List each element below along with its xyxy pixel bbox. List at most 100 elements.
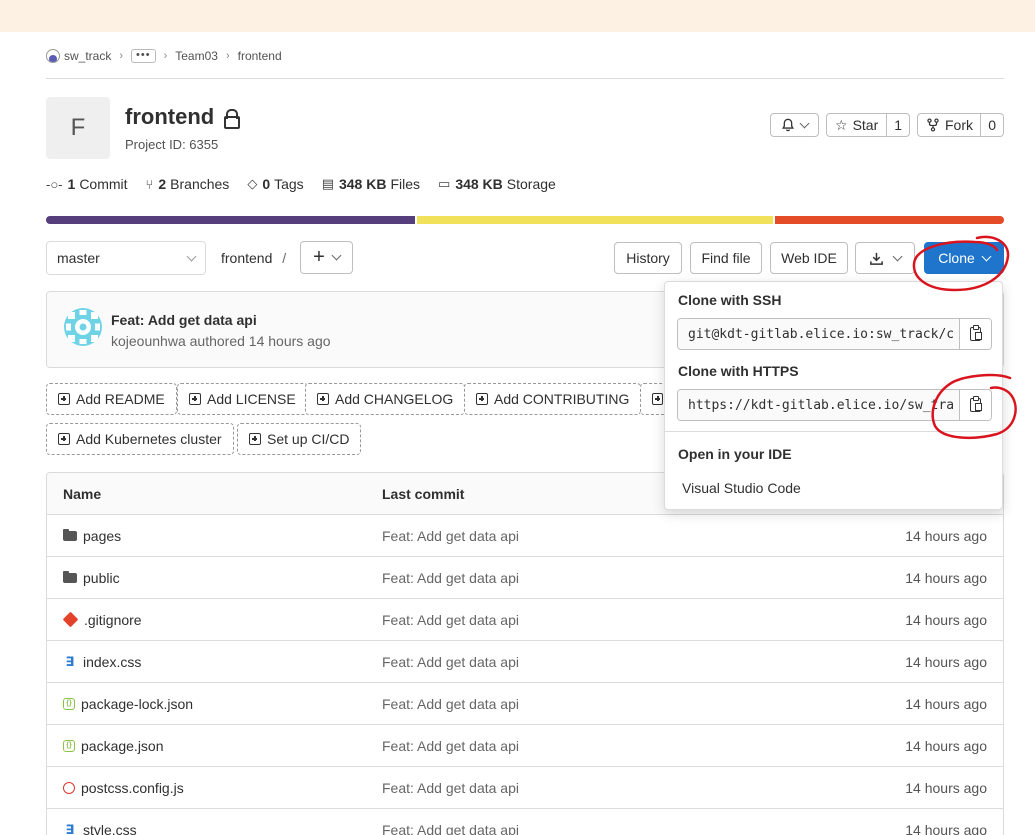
commit-time: 14 hours ago (248, 333, 331, 349)
find-file-button[interactable]: Find file (690, 242, 762, 274)
file-name-cell: ∃ style.css (47, 822, 382, 835)
file-name-link[interactable]: package-lock.json (81, 696, 193, 712)
file-last-commit-link[interactable]: Feat: Add get data api (382, 780, 832, 796)
table-row[interactable]: .gitignore Feat: Add get data api 14 hours… (47, 599, 1003, 641)
stat-storage: ▭ 348 KB Storage (438, 176, 556, 192)
clipboard-icon (970, 396, 982, 412)
tag-icon: ◇ (247, 176, 258, 191)
branch-select[interactable]: master (46, 241, 206, 275)
json-file-icon: {} (63, 739, 75, 752)
clone-ssh-url-input[interactable]: git@kdt-gitlab.elice.io:sw_track/c (678, 319, 959, 349)
plus-square-icon (249, 433, 261, 445)
open-in-vscode-item[interactable]: Visual Studio Code (682, 480, 801, 496)
file-last-commit-link[interactable]: Feat: Add get data api (382, 612, 832, 628)
file-tree-table: Name Last commit pages Feat: Add get data… (46, 472, 1004, 835)
commit-meta: kojeounhwa authored 14 hours ago (111, 333, 331, 349)
star-button[interactable]: ☆ Star 1 (826, 113, 910, 137)
project-avatar: F (46, 97, 110, 159)
file-last-update: 14 hours ago (905, 737, 987, 754)
file-name-cell: {} package.json (47, 738, 382, 754)
commit-title-link[interactable]: Feat: Add get data api (111, 312, 257, 328)
project-title: frontend (125, 104, 241, 130)
file-last-commit-link[interactable]: Feat: Add get data api (382, 822, 832, 835)
add-kubernetes-cluster-button[interactable]: Add Kubernetes cluster (46, 423, 234, 455)
file-last-update: 14 hours ago (905, 695, 987, 712)
fork-count[interactable]: 0 (980, 114, 1003, 136)
file-name-link[interactable]: package.json (81, 738, 164, 754)
add-changelog-button[interactable]: Add CHANGELOG (305, 383, 466, 415)
clone-https-url-input[interactable]: https://kdt-gitlab.elice.io/sw_tra (678, 390, 959, 420)
file-name-link[interactable]: postcss.config.js (81, 780, 184, 796)
star-icon: ☆ (835, 116, 848, 133)
add-contributing-button[interactable]: Add CONTRIBUTING (464, 383, 642, 415)
clone-ssh-label: Clone with SSH (678, 292, 782, 308)
clone-button[interactable]: Clone (924, 242, 1004, 274)
chevron-down-icon (331, 250, 342, 261)
stat-tags[interactable]: ◇ 0 Tags (247, 176, 303, 192)
chevron-right-icon: › (225, 50, 230, 62)
table-row[interactable]: ∃ style.css Feat: Add get data api 14 hours… (47, 809, 1003, 835)
breadcrumb-item-project[interactable]: frontend (238, 49, 282, 63)
repo-path: frontend / (221, 250, 286, 266)
chevron-right-icon: › (163, 50, 168, 62)
file-last-update: 14 hours ago (905, 653, 987, 670)
file-last-commit-link[interactable]: Feat: Add get data api (382, 528, 832, 544)
star-count[interactable]: 1 (886, 114, 909, 136)
identicon-icon (64, 308, 102, 346)
file-name-cell: public (47, 570, 382, 586)
breadcrumb-item-team[interactable]: Team03 (175, 49, 218, 63)
file-name-link[interactable]: style.css (83, 822, 137, 835)
copy-https-url-button[interactable] (959, 390, 991, 420)
divider (46, 78, 1004, 79)
fork-icon (927, 118, 939, 132)
setup-ci-cd-button[interactable]: Set up CI/CD (237, 423, 362, 455)
css-file-icon: ∃ (65, 821, 75, 835)
chevron-down-icon (799, 118, 810, 128)
breadcrumb-item-group[interactable]: sw_track (64, 49, 111, 63)
stat-commits[interactable]: -○- 1 Commit (46, 176, 128, 192)
open-in-ide-label: Open in your IDE (678, 446, 792, 462)
table-row[interactable]: ∃ index.css Feat: Add get data api 14 hours… (47, 641, 1003, 683)
table-row[interactable]: pages Feat: Add get data api 14 hours ago (47, 515, 1003, 557)
json-file-icon: {} (63, 697, 75, 710)
author-avatar[interactable] (64, 308, 102, 346)
folder-icon (63, 528, 77, 541)
table-row[interactable]: {} package-lock.json Feat: Add get data ap… (47, 683, 1003, 725)
chevron-down-icon (186, 251, 197, 261)
add-license-button[interactable]: Add LICENSE (177, 383, 308, 415)
plus-square-icon (58, 393, 70, 405)
file-name-link[interactable]: .gitignore (84, 612, 142, 628)
table-row[interactable]: public Feat: Add get data api 14 hours ago (47, 557, 1003, 599)
file-last-commit-link[interactable]: Feat: Add get data api (382, 654, 832, 670)
git-icon (62, 611, 79, 628)
column-header-name: Name (63, 485, 102, 502)
file-last-update: 14 hours ago (905, 569, 987, 586)
breadcrumb-more-button[interactable]: ••• (131, 49, 156, 63)
file-last-commit-link[interactable]: Feat: Add get data api (382, 570, 832, 586)
language-bar-segment (417, 216, 774, 224)
path-root-link[interactable]: frontend (221, 250, 272, 266)
chevron-down-icon (892, 251, 903, 261)
copy-ssh-url-button[interactable] (959, 319, 991, 349)
stat-files: ▤ 348 KB Files (321, 176, 421, 192)
file-name-link[interactable]: public (83, 570, 120, 586)
file-name-link[interactable]: index.css (83, 654, 141, 670)
top-banner (0, 0, 1035, 32)
commit-author-link[interactable]: kojeounhwa (111, 333, 186, 349)
file-name-link[interactable]: pages (83, 528, 121, 544)
add-readme-button[interactable]: Add README (46, 383, 177, 415)
table-row[interactable]: {} package.json Feat: Add get data api 14 h… (47, 725, 1003, 767)
divider (665, 431, 1002, 432)
history-button[interactable]: History (614, 242, 682, 274)
notification-button[interactable] (770, 113, 819, 137)
clone-https-label: Clone with HTTPS (678, 363, 799, 379)
file-last-commit-link[interactable]: Feat: Add get data api (382, 738, 832, 754)
table-row[interactable]: postcss.config.js Feat: Add get data api 1… (47, 767, 1003, 809)
download-button[interactable] (855, 242, 915, 274)
add-to-tree-button[interactable]: + (300, 241, 353, 274)
file-last-commit-link[interactable]: Feat: Add get data api (382, 696, 832, 712)
plus-square-icon (189, 393, 201, 405)
fork-button[interactable]: Fork 0 (917, 113, 1004, 137)
web-ide-button[interactable]: Web IDE (770, 242, 848, 274)
stat-branches[interactable]: ⑂ 2 Branches (146, 176, 230, 192)
